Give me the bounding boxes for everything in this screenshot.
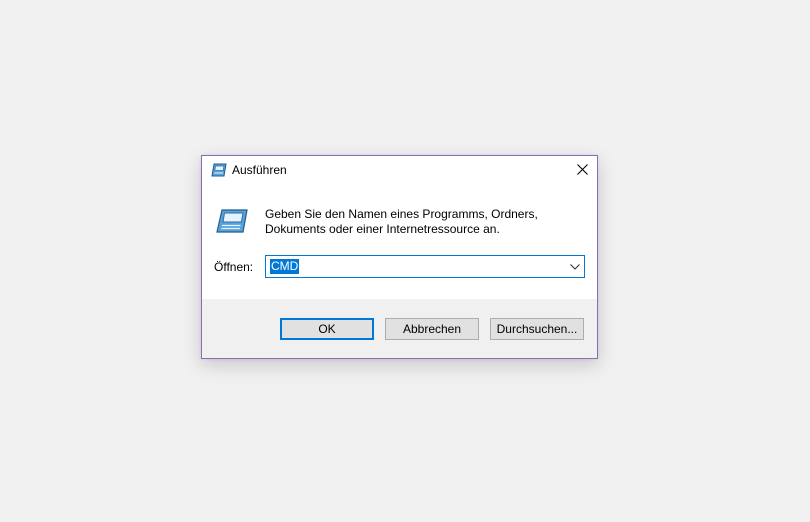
button-bar: OK Abbrechen Durchsuchen... — [202, 299, 597, 358]
run-icon — [216, 209, 248, 233]
dialog-title: Ausführen — [232, 163, 287, 177]
close-button[interactable] — [567, 156, 597, 186]
ok-button[interactable]: OK — [280, 318, 374, 340]
description-text: Geben Sie den Namen eines Programms, Ord… — [265, 207, 538, 236]
browse-button[interactable]: Durchsuchen... — [490, 318, 584, 340]
open-combobox[interactable]: CMD — [265, 255, 585, 278]
title-bar[interactable]: Ausführen — [202, 156, 597, 186]
run-dialog: Ausführen Geben Sie den Namen eines Prog… — [201, 155, 598, 359]
cancel-button[interactable]: Abbrechen — [385, 318, 479, 340]
chevron-down-icon[interactable] — [569, 260, 581, 273]
run-icon — [211, 163, 227, 177]
open-label: Öffnen: — [214, 260, 254, 274]
open-input-value[interactable]: CMD — [270, 259, 300, 274]
dialog-content: Geben Sie den Namen eines Programms, Ord… — [202, 186, 597, 299]
close-icon — [576, 162, 588, 180]
